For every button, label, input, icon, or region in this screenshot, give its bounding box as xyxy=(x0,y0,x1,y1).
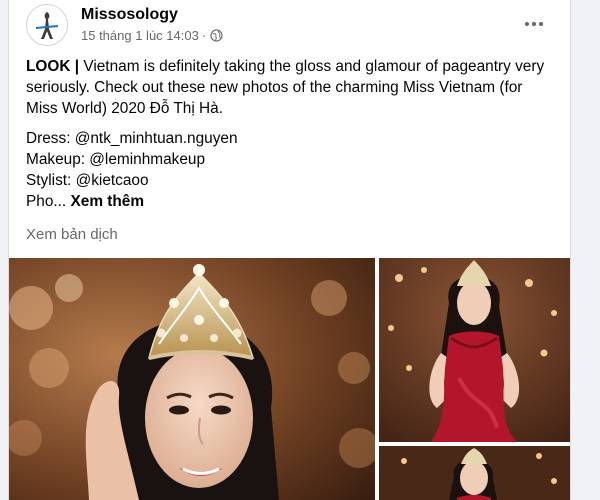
feed-background-strip xyxy=(0,0,6,500)
page-avatar[interactable] xyxy=(26,4,68,46)
post-photo-side-top[interactable] xyxy=(379,258,570,442)
credit-makeup: Makeup: @leminhmakeup xyxy=(26,151,206,168)
post-timestamp[interactable]: 15 tháng 1 lúc 14:03 xyxy=(81,28,199,43)
post-meta: 15 tháng 1 lúc 14:03 · xyxy=(81,28,223,43)
post-lead: LOOK xyxy=(26,58,71,75)
credit-stylist: Stylist: @kietcaoo xyxy=(26,172,149,189)
post-message: LOOK | Vietnam is definitely taking the … xyxy=(26,56,556,212)
see-translation-link[interactable]: Xem bản dịch xyxy=(26,226,118,243)
post-divider: | xyxy=(70,58,84,75)
credit-dress: Dress: @ntk_minhtuan.nguyen xyxy=(26,130,238,147)
more-options-button[interactable] xyxy=(518,6,550,38)
post-body-text: Vietnam is definitely taking the gloss a… xyxy=(26,58,545,117)
page-name-link[interactable]: Missosology xyxy=(81,6,178,24)
see-more-link[interactable]: Xem thêm xyxy=(71,193,145,210)
post-photo-main[interactable] xyxy=(9,258,375,500)
post-header: Missosology 15 tháng 1 lúc 14:03 · xyxy=(9,0,570,54)
meta-separator: · xyxy=(201,28,207,43)
globe-icon xyxy=(210,29,223,42)
post-body: LOOK | Vietnam is definitely taking the … xyxy=(26,56,556,119)
more-horizontal-icon xyxy=(524,13,545,31)
truncated-line: Pho... Xem thêm xyxy=(26,191,556,212)
missosology-logo-icon xyxy=(27,5,67,45)
truncated-text: Pho... xyxy=(26,193,67,210)
post-photo-side-bottom[interactable] xyxy=(379,446,570,500)
post-card: Missosology 15 tháng 1 lúc 14:03 · LOOK … xyxy=(8,0,571,500)
